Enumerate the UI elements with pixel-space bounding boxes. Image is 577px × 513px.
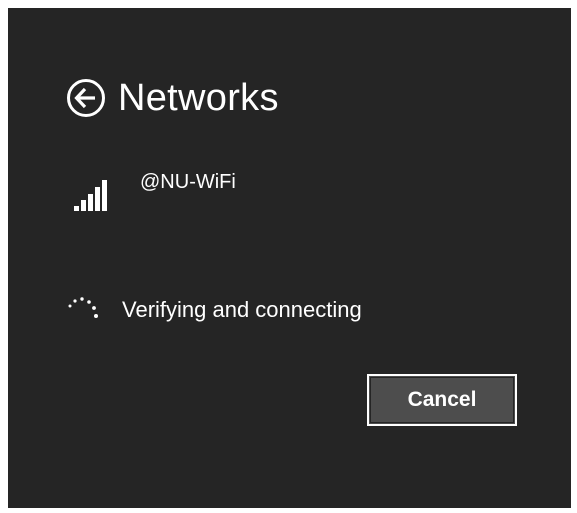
network-item-nu-wifi[interactable]: @NU-WiFi — [72, 168, 332, 218]
cancel-button[interactable]: Cancel — [367, 374, 517, 426]
page-title: Networks — [118, 77, 279, 119]
header: Networks — [66, 74, 279, 122]
network-name: @NU-WiFi — [140, 171, 236, 193]
back-arrow-circle-icon[interactable] — [66, 78, 106, 118]
connection-status: Verifying and connecting — [66, 290, 362, 330]
wifi-signal-bars-icon — [72, 174, 116, 214]
loading-spinner-icon — [66, 294, 102, 326]
status-text: Verifying and connecting — [122, 297, 362, 322]
networks-flyout: Networks @NU-WiFi Verifying and connecti… — [8, 8, 571, 508]
